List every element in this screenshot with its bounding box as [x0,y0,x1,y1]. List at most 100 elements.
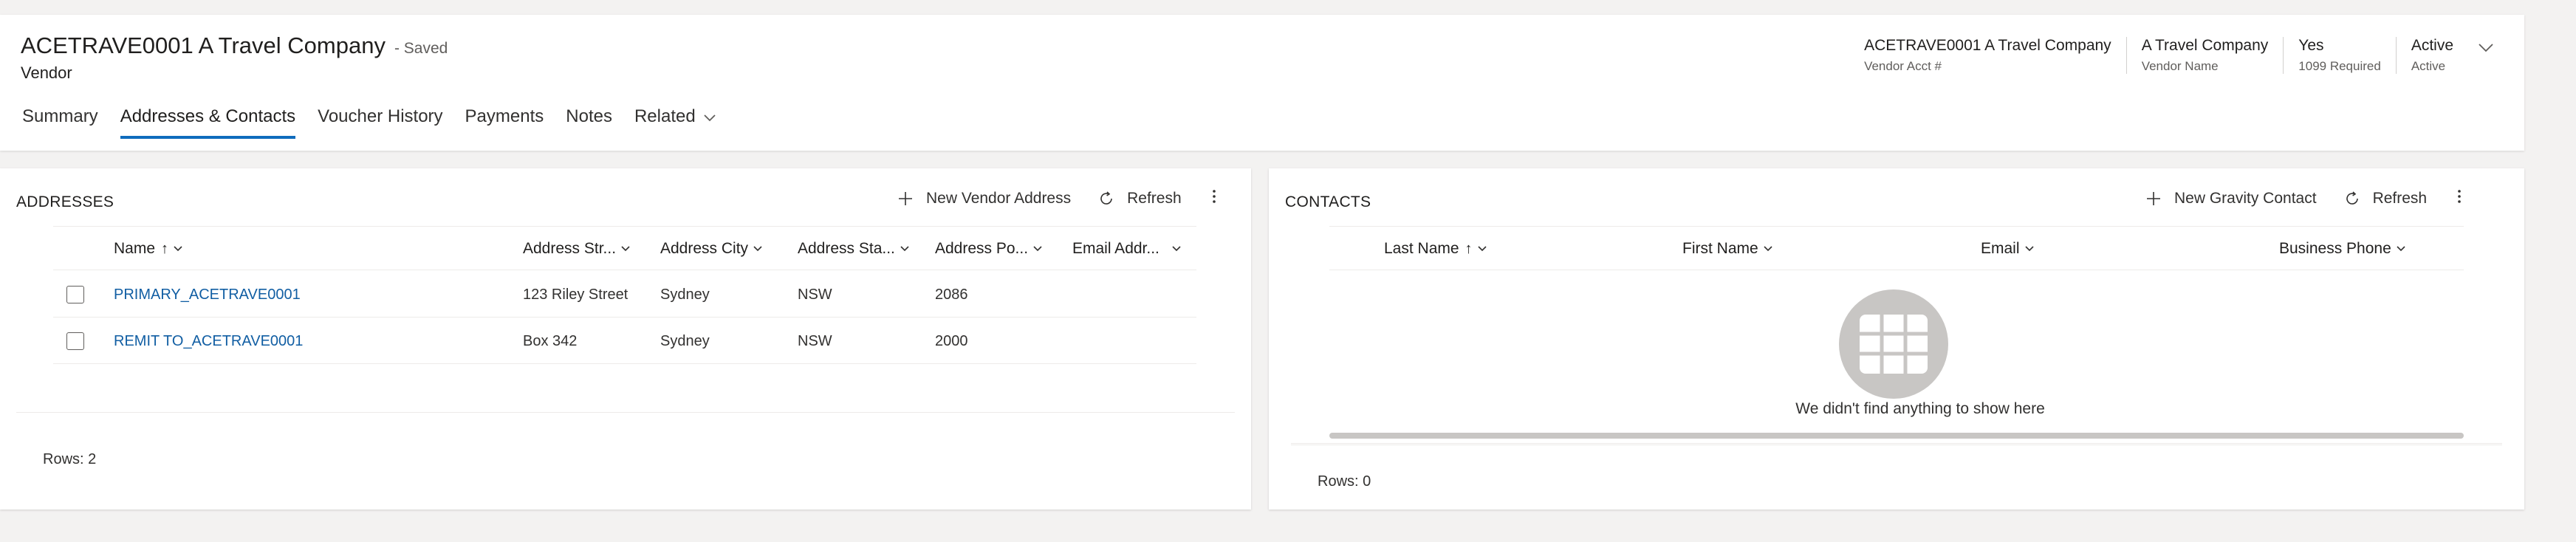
sort-ascending-icon: ↑ [161,240,169,257]
row-checkbox[interactable] [66,332,84,350]
summary-value: A Travel Company [2141,37,2269,54]
chevron-down-icon [621,246,630,252]
summary-field-1099: Yes 1099 Required [2283,37,2396,74]
record-header: ACETRAVE0001 A Travel Company - Saved Ve… [0,15,2524,151]
column-header-last-name[interactable]: Last Name ↑ [1384,227,1487,271]
tab-payments[interactable]: Payments [465,106,544,145]
column-label: Email Addr... [1072,240,1159,257]
row-checkbox[interactable] [66,286,84,303]
tab-related[interactable]: Related [634,106,716,145]
chevron-down-icon [753,246,762,252]
column-header-address-city[interactable]: Address City [660,227,763,271]
new-gravity-contact-button[interactable]: New Gravity Contact [2145,190,2317,207]
empty-state-message: We didn't find anything to show here [1795,400,2045,417]
summary-field-vendor-name: A Travel Company Vendor Name [2125,37,2284,74]
save-status: - Saved [394,40,448,57]
rows-count: Rows: 2 [43,451,97,467]
summary-label: Vendor Acct # [1864,59,1942,73]
summary-value: ACETRAVE0001 A Travel Company [1864,37,2111,54]
summary-value: Active [2411,37,2453,54]
address-postal: 2086 [935,286,968,303]
address-state: NSW [798,286,832,303]
address-state: NSW [798,332,832,349]
addresses-command-bar: New Vendor Address Refresh [870,188,1217,209]
addresses-footer: Rows: 2 [16,412,1235,510]
refresh-icon [2346,191,2358,205]
chevron-down-icon [703,106,716,127]
column-header-business-phone[interactable]: Business Phone [2279,227,2406,271]
summary-label: Vendor Name [2141,59,2219,73]
more-vertical-icon[interactable] [1211,188,1217,209]
column-header-address-postal[interactable]: Address Po... [935,227,1043,271]
title-row: ACETRAVE0001 A Travel Company - Saved [21,32,448,59]
more-vertical-icon[interactable] [2456,188,2462,209]
contacts-command-bar: New Gravity Contact Refresh [2118,188,2462,209]
table-row[interactable]: REMIT TO_ACETRAVE0001 Box 342 Sydney NSW… [53,318,1196,364]
column-header-email[interactable]: Email [1981,227,2035,271]
column-label: Email [1981,240,2020,257]
new-vendor-address-label: New Vendor Address [926,189,1072,207]
contacts-footer: Rows: 0 [1291,445,2502,510]
tab-summary[interactable]: Summary [22,106,98,145]
contacts-header-row: Last Name ↑ First Name Email Business Ph… [1329,226,2464,270]
column-header-address-state[interactable]: Address Sta... [798,227,910,271]
top-strip [0,0,2576,13]
contacts-title: CONTACTS [1285,193,1371,210]
column-label: Address Po... [935,240,1029,257]
refresh-label: Refresh [1127,189,1182,207]
addresses-title: ADDRESSES [16,193,114,210]
rows-count: Rows: 0 [1318,473,1371,490]
column-label: Address Str... [523,240,617,257]
new-vendor-address-button[interactable]: New Vendor Address [897,190,1071,207]
tab-voucher-history[interactable]: Voucher History [318,106,442,145]
address-name-link[interactable]: REMIT TO_ACETRAVE0001 [114,318,303,364]
new-gravity-contact-label: New Gravity Contact [2174,189,2317,207]
address-city: Sydney [660,286,710,303]
summary-field-vendor-acct: ACETRAVE0001 A Travel Company Vendor Acc… [1849,37,2126,74]
entity-type: Vendor [21,64,72,82]
expand-header-chevron-icon[interactable] [2477,41,2495,57]
address-street: Box 342 [523,332,578,349]
chevron-down-icon [1764,246,1772,252]
address-name-link[interactable]: PRIMARY_ACETRAVE0001 [114,272,301,318]
chevron-down-icon [2024,246,2034,252]
address-postal: 2000 [935,332,968,349]
address-street: 123 Riley Street [523,286,628,303]
addresses-refresh-button[interactable]: Refresh [1097,190,1182,207]
chevron-down-icon [2397,246,2405,252]
summary-field-status: Active Active [2395,37,2468,74]
horizontal-scrollbar[interactable] [1329,433,2464,439]
contacts-panel: CONTACTS New Gravity Contact Refresh Las… [1269,168,2524,510]
addresses-panel: ADDRESSES New Vendor Address Refresh Nam… [0,168,1251,510]
contacts-refresh-button[interactable]: Refresh [2343,189,2428,207]
tab-list: Summary Addresses & Contacts Voucher His… [22,106,739,145]
tab-addresses-contacts[interactable]: Addresses & Contacts [120,106,296,145]
tab-notes[interactable]: Notes [566,106,612,145]
refresh-label: Refresh [2372,189,2428,207]
sort-ascending-icon: ↑ [1465,240,1473,257]
column-header-email[interactable]: Email Addr... [1072,227,1182,271]
summary-label: Active [2411,59,2446,73]
chevron-down-icon [900,246,909,252]
address-city: Sydney [660,332,710,349]
column-label: Last Name [1384,240,1459,257]
column-header-name[interactable]: Name ↑ [114,227,183,271]
column-label: Name [114,240,156,257]
table-row[interactable]: PRIMARY_ACETRAVE0001 123 Riley Street Sy… [53,272,1196,318]
column-label: Address Sta... [798,240,895,257]
tab-related-label: Related [634,106,696,126]
plus-icon [2147,191,2160,205]
refresh-icon [1100,191,1112,205]
chevron-down-icon [1172,246,1181,252]
column-label: Address City [660,240,749,257]
page-title: ACETRAVE0001 A Travel Company [21,32,386,58]
column-header-first-name[interactable]: First Name [1682,227,1773,271]
chevron-down-icon [174,246,182,252]
addresses-header-row: Name ↑ Address Str... Address City Addre… [53,226,1196,270]
chevron-down-icon [1477,246,1487,252]
chevron-down-icon [1033,246,1042,252]
summary-label: 1099 Required [2298,59,2381,73]
column-label: First Name [1682,240,1758,257]
column-header-address-street[interactable]: Address Str... [523,227,631,271]
empty-state-illustration [1839,289,1948,399]
